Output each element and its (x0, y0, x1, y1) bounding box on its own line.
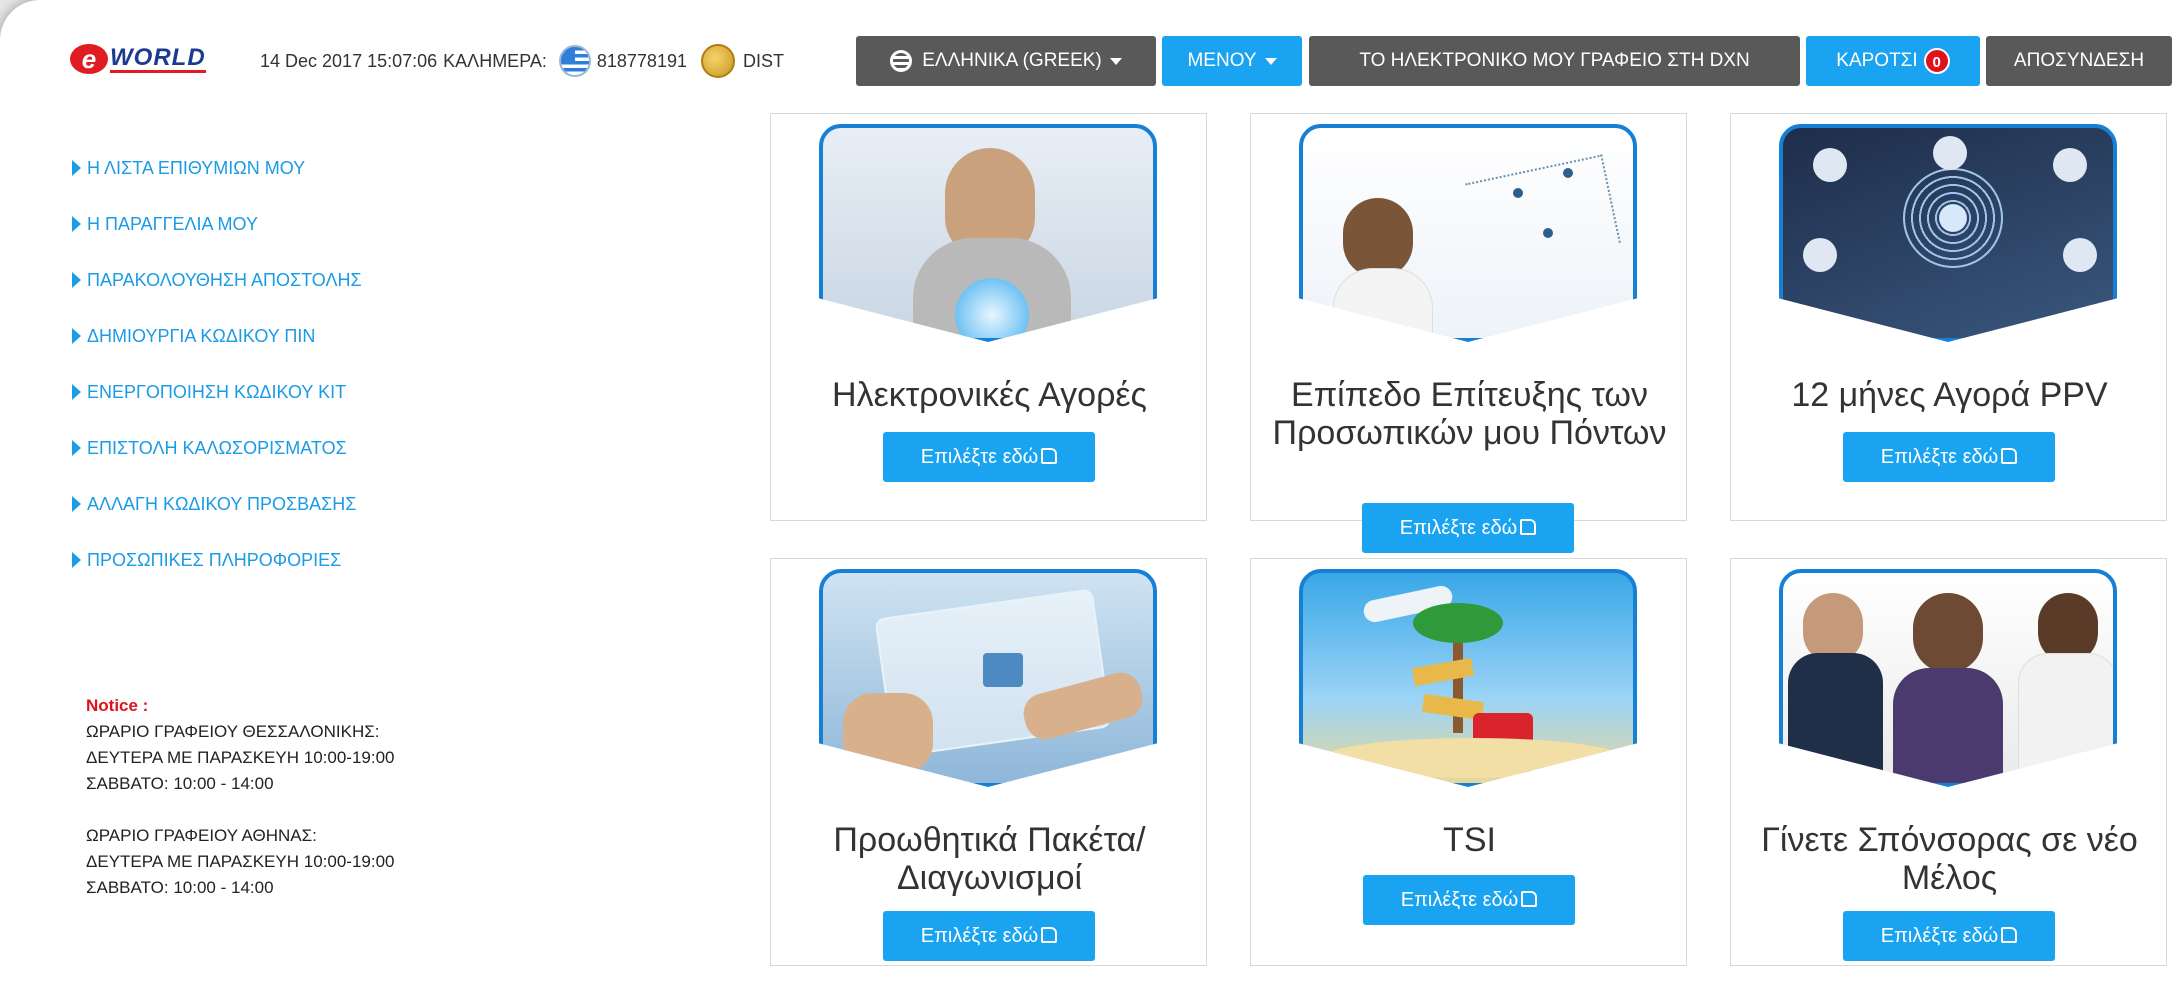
card-tsi: TSI Επιλέξτε εδώ (1250, 558, 1687, 966)
caret-right-icon (72, 328, 81, 344)
card-sponsor-member: Γίνετε Σπόνσορας σε νέο Μέλος Επιλέξτε ε… (1730, 558, 2167, 966)
notice-line: ΩΡΑΡΙΟ ΓΡΑΦΕΙΟΥ ΑΘΗΝΑΣ: (86, 826, 317, 845)
sidebar-item-personal-info[interactable]: ΠΡΟΣΩΠΙΚΕΣ ΠΛΗΡΟΦΟΡΙΕΣ (72, 532, 672, 588)
card-image-network (1299, 124, 1637, 342)
button-label: Επιλέξτε εδώ (1880, 445, 1999, 468)
sidebar-item-label: ΕΠΙΣΤΟΛΗ ΚΑΛΩΣΟΡΙΣΜΑΤΟΣ (87, 437, 347, 458)
select-here-button[interactable]: Επιλέξτε εδώ (1843, 432, 2055, 482)
card-title: 12 μήνες Αγορά PPV (1791, 376, 2108, 414)
notice-block: Notice : ΩΡΑΡΙΟ ΓΡΑΦΕΙΟΥ ΘΕΣΣΑΛΟΝΙΚΗΣ: Δ… (86, 693, 686, 901)
sidebar-item-label: Η ΠΑΡΑΓΓΕΛΙΑ ΜΟΥ (87, 213, 258, 234)
sidebar-item-label: ΠΡΟΣΩΠΙΚΕΣ ΠΛΗΡΟΦΟΡΙΕΣ (87, 549, 342, 570)
button-label: Επιλέξτε εδώ (920, 924, 1039, 947)
language-label: ΕΛΛΗΝΙΚΑ (GREEK) (922, 50, 1102, 71)
card-ppv-12-months: 12 μήνες Αγορά PPV Επιλέξτε εδώ (1730, 113, 2167, 521)
card-title: Ηλεκτρονικές Αγορές (832, 376, 1147, 414)
chevron-down-icon (1109, 57, 1122, 65)
logout-button[interactable]: ΑΠΟΣΥΝΔΕΣΗ (1986, 36, 2172, 86)
globe-flag-icon (890, 50, 913, 72)
card-online-shopping: Ηλεκτρονικές Αγορές Επιλέξτε εδώ (770, 113, 1207, 521)
sidebar-item-label: ΑΛΛΑΓΗ ΚΩΔΙΚΟΥ ΠΡΟΣΒΑΣΗΣ (87, 493, 357, 514)
card-image-travel (1299, 569, 1637, 787)
select-here-button[interactable]: Επιλέξτε εδώ (883, 911, 1095, 961)
sidebar-item-label: ΕΝΕΡΓΟΠΟΙΗΣΗ ΚΩΔΙΚΟΥ ΚΙΤ (87, 381, 347, 402)
chevron-down-icon (1264, 57, 1277, 65)
rank-label: DIST (742, 50, 784, 71)
caret-right-icon (72, 216, 81, 232)
rank-medal-icon (700, 44, 735, 78)
sidebar-item-label: Η ΛΙΣΤΑ ΕΠΙΘΥΜΙΩΝ ΜΟΥ (87, 157, 306, 178)
card-personal-points: Επίπεδο Επίτευξης των Προσωπικών μου Πόν… (1250, 113, 1687, 521)
logo-text: WORLD (110, 43, 206, 73)
select-here-button[interactable]: Επιλέξτε εδώ (1843, 911, 2055, 961)
thumbs-up-icon (1521, 891, 1538, 907)
sidebar-item-label: ΠΑΡΑΚΟΛΟΥΘΗΣΗ ΑΠΟΣΤΟΛΗΣ (87, 269, 362, 290)
thumbs-up-icon (1041, 448, 1058, 464)
member-id: 818778191 (596, 50, 687, 71)
greek-flag-icon (558, 45, 591, 77)
select-here-button[interactable]: Επιλέξτε εδώ (1362, 503, 1574, 553)
notice-line: ΔΕΥΤΕΡΑ ΜΕ ΠΑΡΑΣΚΕΥΗ 10:00-19:00 (86, 852, 395, 871)
menu-dropdown[interactable]: ΜΕΝΟΥ (1162, 36, 1302, 86)
sidebar-item-wishlist[interactable]: Η ΛΙΣΤΑ ΕΠΙΘΥΜΙΩΝ ΜΟΥ (72, 140, 672, 196)
card-image-shopping (819, 124, 1157, 342)
card-image-tablet (819, 569, 1157, 787)
sidebar-item-activate-kit[interactable]: ΕΝΕΡΓΟΠΟΙΗΣΗ ΚΩΔΙΚΟΥ ΚΙΤ (72, 364, 672, 420)
cart-label: ΚΑΡΟΤΣΙ (1836, 50, 1918, 71)
card-title: TSI (1443, 821, 1496, 859)
logout-label: ΑΠΟΣΥΝΔΕΣΗ (2013, 50, 2145, 71)
notice-line: ΔΕΥΤΕΡΑ ΜΕ ΠΑΡΑΣΚΕΥΗ 10:00-19:00 (86, 748, 395, 767)
button-label: Επιλέξτε εδώ (1399, 516, 1518, 539)
caret-right-icon (72, 160, 81, 176)
notice-line: ΣΑΒΒΑΤΟ: 10:00 - 14:00 (86, 774, 274, 793)
sidebar-menu: Η ΛΙΣΤΑ ΕΠΙΘΥΜΙΩΝ ΜΟΥ Η ΠΑΡΑΓΓΕΛΙΑ ΜΟΥ Π… (72, 140, 672, 588)
notice-line: ΩΡΑΡΙΟ ΓΡΑΦΕΙΟΥ ΘΕΣΣΑΛΟΝΙΚΗΣ: (86, 722, 380, 741)
user-info: 14 Dec 2017 15:07:06 ΚΑΛΗΜΕΡΑ: 818778191… (260, 44, 790, 78)
caret-right-icon (72, 384, 81, 400)
card-title: Επίπεδο Επίτευξης των Προσωπικών μου Πόν… (1272, 376, 1667, 452)
thumbs-up-icon (2001, 448, 2018, 464)
cart-button[interactable]: ΚΑΡΟΤΣΙ 0 (1806, 36, 1980, 86)
page-frame: e WORLD 14 Dec 2017 15:07:06 ΚΑΛΗΜΕΡΑ: 8… (0, 0, 2184, 1003)
menu-label: ΜΕΝΟΥ (1187, 50, 1257, 71)
sidebar-item-shipment-tracking[interactable]: ΠΑΡΑΚΟΛΟΥΘΗΣΗ ΑΠΟΣΤΟΛΗΣ (72, 252, 672, 308)
button-label: Επιλέξτε εδώ (1880, 924, 1999, 947)
card-image-people (1779, 569, 2117, 787)
greeting: ΚΑΛΗΜΕΡΑ: (443, 50, 547, 71)
select-here-button[interactable]: Επιλέξτε εδώ (883, 432, 1095, 482)
notice-title: Notice : (86, 696, 149, 715)
card-image-fingerprint (1779, 124, 2117, 342)
sidebar-item-my-order[interactable]: Η ΠΑΡΑΓΓΕΛΙΑ ΜΟΥ (72, 196, 672, 252)
cart-count-badge: 0 (1923, 48, 1950, 74)
sidebar-item-welcome-letter[interactable]: ΕΠΙΣΤΟΛΗ ΚΑΛΩΣΟΡΙΣΜΑΤΟΣ (72, 420, 672, 476)
thumbs-up-icon (1041, 927, 1058, 943)
card-title: Προωθητικά Πακέτα/ Διαγωνισμοί (833, 821, 1146, 897)
language-dropdown[interactable]: ΕΛΛΗΝΙΚΑ (GREEK) (856, 36, 1156, 86)
eworld-logo[interactable]: e WORLD (70, 42, 220, 76)
card-promo-packages: Προωθητικά Πακέτα/ Διαγωνισμοί Επιλέξτε … (770, 558, 1207, 966)
sidebar-item-create-pin[interactable]: ΔΗΜΙΟΥΡΓΙΑ ΚΩΔΙΚΟΥ ΠΙΝ (72, 308, 672, 364)
thumbs-up-icon (2001, 927, 2018, 943)
thumbs-up-icon (1520, 519, 1537, 535)
datetime: 14 Dec 2017 15:07:06 (260, 50, 438, 71)
caret-right-icon (72, 272, 81, 288)
office-label: ΤΟ ΗΛΕΚΤΡΟΝΙΚΟ ΜΟΥ ΓΡΑΦΕΙΟ ΣΤΗ DXN (1359, 50, 1750, 71)
caret-right-icon (72, 496, 81, 512)
button-label: Επιλέξτε εδώ (920, 445, 1039, 468)
notice-line: ΣΑΒΒΑΤΟ: 10:00 - 14:00 (86, 878, 274, 897)
logo-e-mark: e (70, 44, 108, 74)
sidebar-item-label: ΔΗΜΙΟΥΡΓΙΑ ΚΩΔΙΚΟΥ ΠΙΝ (87, 325, 316, 346)
select-here-button[interactable]: Επιλέξτε εδώ (1363, 875, 1575, 925)
notice-spacer (86, 797, 686, 823)
top-bar: e WORLD 14 Dec 2017 15:07:06 ΚΑΛΗΜΕΡΑ: 8… (0, 36, 2184, 86)
sidebar-item-change-password[interactable]: ΑΛΛΑΓΗ ΚΩΔΙΚΟΥ ΠΡΟΣΒΑΣΗΣ (72, 476, 672, 532)
my-office-button[interactable]: ΤΟ ΗΛΕΚΤΡΟΝΙΚΟ ΜΟΥ ΓΡΑΦΕΙΟ ΣΤΗ DXN (1309, 36, 1800, 86)
card-title: Γίνετε Σπόνσορας σε νέο Μέλος (1761, 821, 2138, 897)
caret-right-icon (72, 552, 81, 568)
button-label: Επιλέξτε εδώ (1400, 888, 1519, 911)
caret-right-icon (72, 440, 81, 456)
